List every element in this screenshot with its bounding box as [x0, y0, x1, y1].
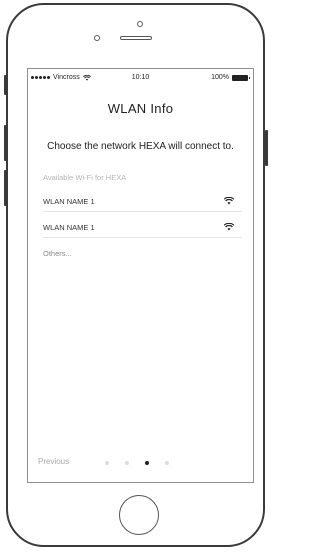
- network-name: WLAN NAME 1: [43, 197, 95, 206]
- page-indicator: [105, 461, 169, 465]
- volume-down-button: [4, 170, 7, 206]
- wifi-icon: [224, 197, 234, 205]
- screen: Vincross 10:10 100% WLAN Info Choose the…: [27, 68, 254, 483]
- status-bar: Vincross 10:10 100%: [28, 69, 253, 87]
- page-title: WLAN Info: [107, 101, 174, 116]
- footer: Previous: [28, 457, 253, 471]
- battery-percent: 100%: [211, 74, 229, 81]
- front-camera: [137, 21, 143, 27]
- status-right: 100%: [211, 74, 250, 81]
- network-name: WLAN NAME 1: [43, 223, 95, 232]
- earpiece-speaker: [120, 36, 152, 40]
- volume-up-button: [4, 125, 7, 161]
- others-row[interactable]: Others...: [43, 241, 242, 263]
- network-row-1[interactable]: WLAN NAME 1: [43, 189, 242, 212]
- power-button: [265, 130, 268, 166]
- instruction-text: Choose the network HEXA will connect to.: [47, 141, 234, 152]
- others-label: Others...: [43, 249, 72, 258]
- home-button[interactable]: [119, 495, 159, 535]
- wifi-icon: [224, 223, 234, 231]
- proximity-sensor: [94, 35, 100, 41]
- page-dot: [105, 461, 109, 465]
- previous-button[interactable]: Previous: [38, 457, 69, 466]
- network-row-2[interactable]: WLAN NAME 1: [43, 215, 242, 238]
- mute-switch: [4, 75, 7, 95]
- page-dot: [125, 461, 129, 465]
- page-dot: [165, 461, 169, 465]
- battery-icon: [232, 74, 250, 81]
- page-dot-active: [145, 461, 149, 465]
- section-label: Available Wi-Fi for HEXA: [43, 173, 127, 182]
